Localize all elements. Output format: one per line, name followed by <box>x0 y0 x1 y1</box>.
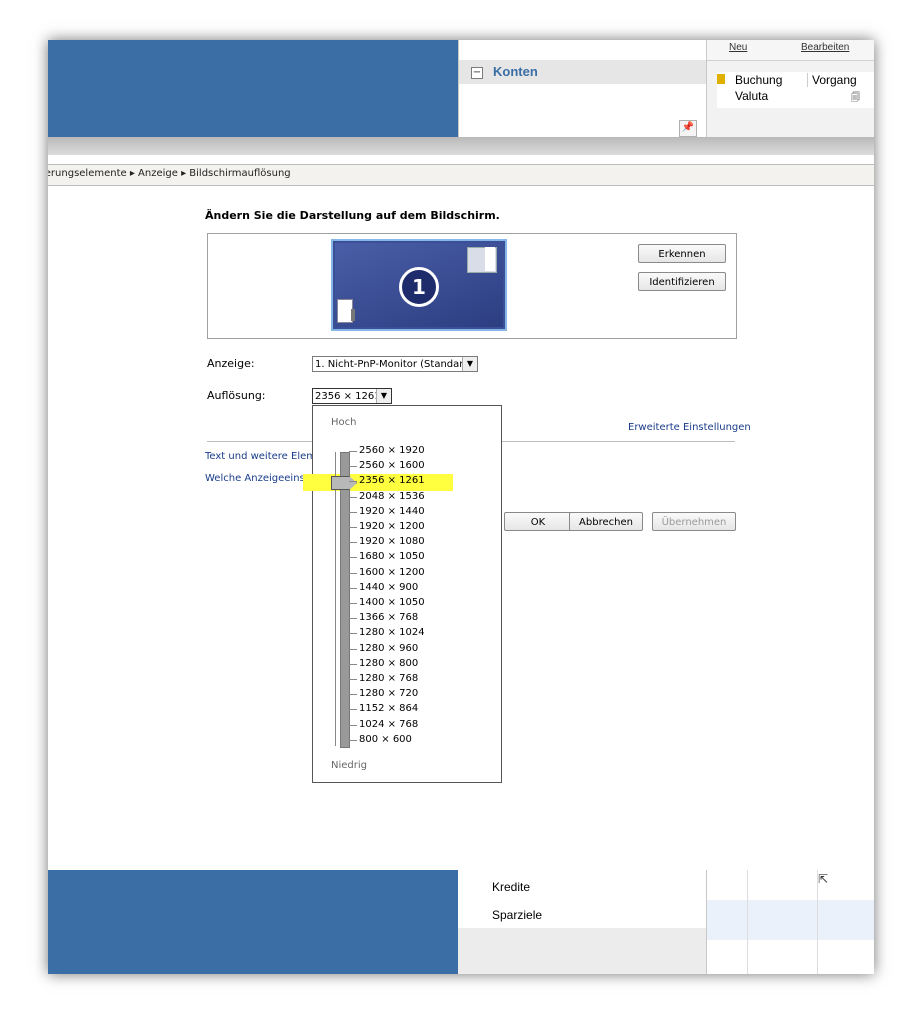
resolution-option[interactable]: 2560 × 1600 <box>359 458 425 473</box>
text-size-link[interactable]: Text und weitere Eleme <box>205 451 322 462</box>
resolution-option[interactable]: 1366 × 768 <box>359 610 425 625</box>
resolution-option[interactable]: 1280 × 960 <box>359 641 425 656</box>
resolution-option[interactable]: 2356 × 1261 <box>359 473 425 488</box>
display-label: Anzeige: <box>207 357 255 370</box>
slider-tick <box>349 603 357 604</box>
page-title: Ändern Sie die Darstellung auf dem Bilds… <box>205 209 500 222</box>
pin-icon[interactable]: 📌 <box>679 120 697 137</box>
display-select-value: 1. Nicht-PnP-Monitor (Standard) <box>315 359 474 370</box>
monitor-number-badge: 1 <box>399 267 439 307</box>
resolution-option[interactable]: 1920 × 1440 <box>359 504 425 519</box>
screenshot-frame: − Konten 📌 Neu Bearbeiten Buchung Vorgan… <box>48 40 874 974</box>
window-titlebar <box>48 137 874 155</box>
collapse-icon[interactable]: − <box>471 67 483 79</box>
nav-section-label: Konten <box>493 64 538 79</box>
background-blue-panel <box>48 40 458 137</box>
resolution-option[interactable]: 1920 × 1080 <box>359 534 425 549</box>
slider-tick <box>349 633 357 635</box>
resolution-option[interactable]: 1280 × 1024 <box>359 625 425 640</box>
navigation-panel: − Konten 📌 <box>458 40 707 137</box>
new-button[interactable]: Neu <box>729 42 747 53</box>
resolution-label: Auflösung: <box>207 389 266 402</box>
mouse-cursor-icon: ⇱ <box>818 872 829 886</box>
breadcrumb[interactable]: ierungselemente ▸ Anzeige ▸ Bildschirmau… <box>48 168 291 179</box>
slider-tick <box>349 648 357 650</box>
slider-rail <box>335 452 336 746</box>
slider-tick <box>349 557 357 559</box>
slider-tick <box>349 481 357 483</box>
chevron-down-icon[interactable]: ▼ <box>376 389 391 403</box>
column-header: Buchung Vorgang Valuta 🗐 <box>717 72 874 108</box>
window-thumbnail-icon <box>351 309 355 321</box>
attachment-icon: 🗐 <box>851 92 860 102</box>
column-buchung[interactable]: Buchung <box>735 73 782 87</box>
resolution-select-value: 2356 × 1261 <box>315 391 381 402</box>
monitor-1[interactable]: 1 <box>331 239 507 331</box>
transactions-panel-bottom <box>706 870 874 974</box>
resolution-option[interactable]: 2560 × 1920 <box>359 443 425 458</box>
apply-button[interactable]: Übernehmen <box>652 512 736 531</box>
selected-row[interactable] <box>707 900 874 940</box>
column-valuta[interactable]: Valuta <box>735 89 768 103</box>
resolution-options: 2560 × 1920 2560 × 1600 2356 × 1261 2048 × … <box>359 443 425 747</box>
slider-tick <box>349 739 357 741</box>
nav-footer <box>458 928 706 974</box>
window-thumbnail-icon <box>485 247 495 271</box>
slider-tick <box>349 572 357 574</box>
resolution-option[interactable]: 1280 × 720 <box>359 686 425 701</box>
nav-item-sparziele[interactable]: Sparziele <box>492 908 542 922</box>
navigation-panel-bottom: Kredite Sparziele <box>458 870 706 974</box>
resolution-option[interactable]: 1440 × 900 <box>359 580 425 595</box>
slider-tick <box>349 724 357 726</box>
flag-icon <box>717 74 725 84</box>
cancel-button[interactable]: Abbrechen <box>569 512 643 531</box>
slider-tick <box>349 451 357 452</box>
resolution-option[interactable]: 1400 × 1050 <box>359 595 425 610</box>
edit-button[interactable]: Bearbeiten <box>801 42 849 53</box>
column-vorgang[interactable]: Vorgang <box>807 73 857 87</box>
resolution-option[interactable]: 1280 × 768 <box>359 671 425 686</box>
slider-tick <box>349 511 357 513</box>
transactions-panel: Neu Bearbeiten Buchung Vorgang Valuta 🗐 <box>706 40 874 137</box>
resolution-option[interactable]: 1152 × 864 <box>359 701 425 716</box>
resolution-option[interactable]: 1600 × 1200 <box>359 565 425 580</box>
dialog-content: Ändern Sie die Darstellung auf dem Bilds… <box>48 186 874 870</box>
address-bar: ierungselemente ▸ Anzeige ▸ Bildschirmau… <box>48 164 874 186</box>
chevron-down-icon[interactable]: ▼ <box>462 357 477 371</box>
resolution-option[interactable]: 2048 × 1536 <box>359 489 425 504</box>
slider-tick <box>349 679 357 680</box>
slider-tick <box>349 663 357 665</box>
resolution-option[interactable]: 1680 × 1050 <box>359 549 425 564</box>
slider-tick <box>349 542 357 544</box>
divider <box>747 870 748 974</box>
nav-item-kredite[interactable]: Kredite <box>492 880 530 894</box>
resolution-option[interactable]: 1920 × 1200 <box>359 519 425 534</box>
ok-button[interactable]: OK <box>504 512 572 531</box>
slider-tick <box>349 466 357 468</box>
slider-tick <box>349 709 357 711</box>
low-label: Niedrig <box>331 760 367 771</box>
slider-tick <box>349 587 357 589</box>
identify-button[interactable]: Identifizieren <box>638 272 726 291</box>
high-label: Hoch <box>331 417 357 428</box>
display-select[interactable]: 1. Nicht-PnP-Monitor (Standard) ▼ <box>312 356 478 372</box>
resolution-option[interactable]: 1024 × 768 <box>359 717 425 732</box>
slider-tick <box>349 694 357 696</box>
toolbar: Neu Bearbeiten <box>707 40 874 61</box>
slider-tick <box>349 618 357 620</box>
resolution-dropdown: Hoch 2560 × 1920 2560 × 1600 2356 × 1261 20… <box>303 405 502 783</box>
slider-tick <box>349 496 357 498</box>
resolution-select[interactable]: 2356 × 1261 ▼ <box>312 388 392 404</box>
advanced-settings-link[interactable]: Erweiterte Einstellungen <box>628 422 751 433</box>
resolution-option[interactable]: 1280 × 800 <box>359 656 425 671</box>
slider-tick <box>349 527 357 528</box>
nav-section-konten[interactable]: − Konten <box>459 60 707 84</box>
detect-button[interactable]: Erkennen <box>638 244 726 263</box>
background-blue-panel <box>48 870 458 974</box>
resolution-option[interactable]: 800 × 600 <box>359 732 425 747</box>
monitor-preview-box: 1 Erkennen Identifizieren <box>207 233 737 339</box>
